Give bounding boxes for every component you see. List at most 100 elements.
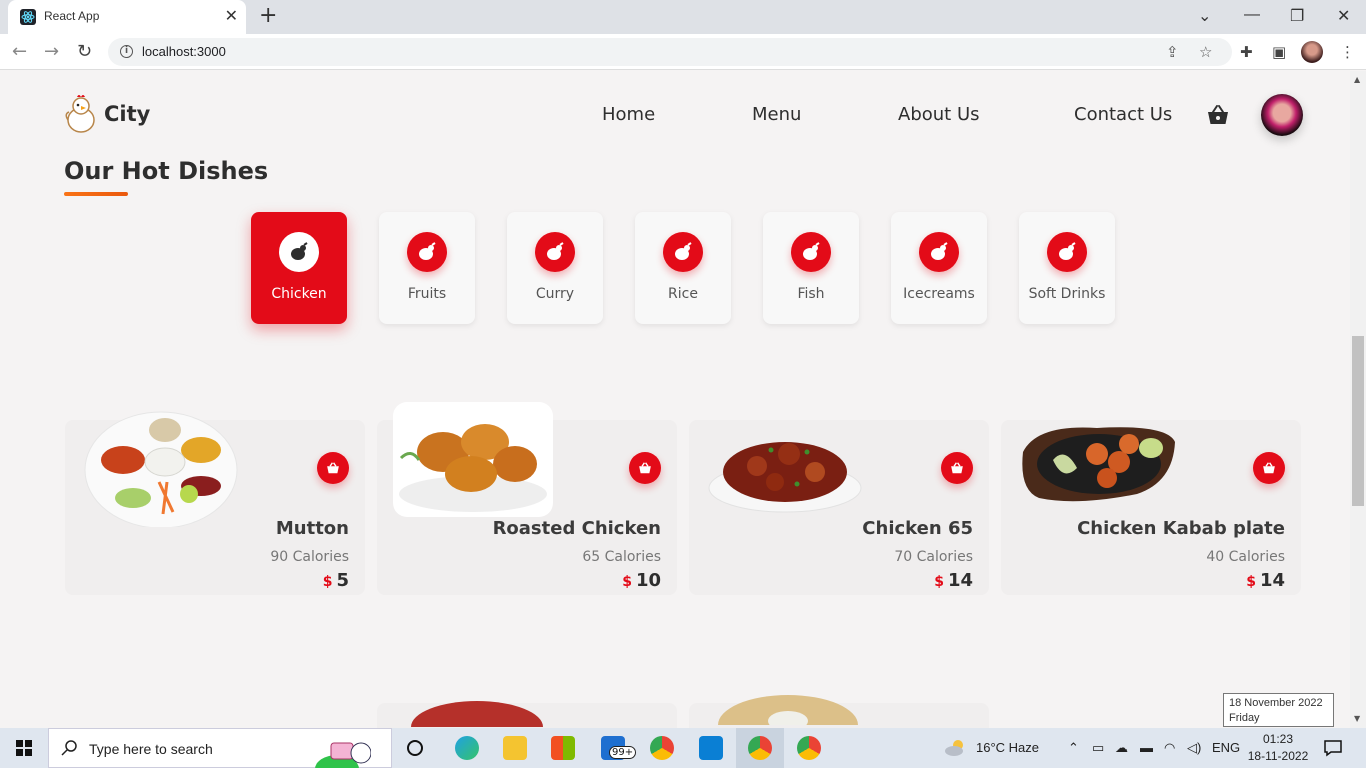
nav-about-us[interactable]: About Us [898,104,980,125]
dish-card-partial [689,695,989,728]
category-icon-circle [279,232,319,272]
taskbar-search[interactable]: Type here to search [48,728,392,768]
basket-icon [1263,462,1275,474]
basket-icon [639,462,651,474]
search-icon [61,740,77,756]
page-viewport: City Home Menu About Us Contact Us Our H… [0,71,1350,728]
mail-icon[interactable]: 99+ [601,736,637,760]
currency-symbol: $ [622,574,632,590]
add-to-cart-button[interactable] [317,452,349,484]
window-close-icon[interactable]: ✕ [1337,6,1350,26]
site-info-icon[interactable]: i [120,45,133,58]
dish-calories: 40 Calories [1206,549,1285,565]
browser-tab-strip: React App ✕ + ⌄ — ❐ ✕ [0,0,1366,34]
category-chicken[interactable]: Chicken [251,212,347,324]
chicken-logo-icon[interactable] [64,94,98,134]
category-label: Curry [535,286,575,302]
tab-search-icon[interactable]: ⌄ [1198,6,1211,26]
address-bar[interactable]: i localhost:3000 ⇪ ☆ [108,38,1232,66]
task-view-icon[interactable] [406,739,424,757]
category-icon-circle [1047,232,1087,272]
taskbar-clock[interactable]: 01:23 18-11-2022 [1246,731,1310,765]
chrome-icon[interactable] [748,736,772,760]
edge-icon[interactable] [455,736,479,760]
dish-price: $5 [323,570,349,591]
scrollbar-thumb[interactable] [1352,336,1364,506]
back-icon[interactable]: ← [12,42,27,62]
browser-tab[interactable]: React App ✕ [8,0,246,34]
scroll-down-icon[interactable]: ▼ [1354,714,1360,723]
category-icon-circle [663,232,703,272]
meet-icon[interactable]: ▭ [1092,740,1104,756]
basket-icon [951,462,963,474]
browser-menu-icon[interactable]: ⋮ [1340,43,1355,61]
dish-name: Chicken Kabab plate [1077,518,1285,539]
price-value: 10 [635,570,661,591]
category-fish[interactable]: Fish [763,212,859,324]
dish-calories: 90 Calories [270,549,349,565]
onedrive-icon[interactable]: ☁ [1115,740,1128,756]
bookmark-star-icon[interactable]: ☆ [1199,43,1212,61]
dish-image [1022,427,1175,502]
forward-icon[interactable]: → [44,42,59,62]
dish-name: Chicken 65 [862,518,973,539]
tooltip-day: Friday [1229,712,1260,724]
windows-taskbar: Type here to search 99+ 16°C Haze ⌃ ▭ ☁ … [0,728,1366,768]
scroll-up-icon[interactable]: ▲ [1354,75,1360,84]
nav-contact-us[interactable]: Contact Us [1074,104,1172,125]
nav-home[interactable]: Home [602,104,655,125]
add-to-cart-button[interactable] [941,452,973,484]
url-text[interactable]: localhost:3000 [142,44,226,59]
date-tooltip: 18 November 2022 Friday [1223,693,1334,727]
language-indicator[interactable]: ENG [1212,740,1240,755]
dish-image [718,695,858,725]
dish-image [84,411,238,527]
add-to-cart-button[interactable] [629,452,661,484]
windows-start-icon[interactable] [16,740,32,756]
share-icon[interactable]: ⇪ [1166,43,1179,61]
shopping-basket-icon[interactable] [1206,104,1230,126]
chrome-icon[interactable] [797,736,821,760]
category-soft-drinks[interactable]: Soft Drinks [1019,212,1115,324]
vscode-icon[interactable] [699,736,723,760]
dish-calories: 70 Calories [894,549,973,565]
brand-name[interactable]: City [104,102,150,126]
new-tab-button[interactable]: + [259,5,277,27]
add-to-cart-button[interactable] [1253,452,1285,484]
extensions-icon[interactable]: ✚ [1240,43,1253,61]
minimize-icon[interactable]: — [1244,6,1260,24]
battery-icon[interactable]: ▬ [1140,740,1153,755]
side-panel-icon[interactable]: ▣ [1272,43,1286,61]
category-fruits[interactable]: Fruits [379,212,475,324]
dish-image [393,402,553,517]
notifications-icon[interactable] [1324,739,1342,757]
file-explorer-icon[interactable] [503,736,527,760]
category-curry[interactable]: Curry [507,212,603,324]
tab-close-icon[interactable]: ✕ [225,7,238,25]
price-value: 14 [947,570,973,591]
volume-icon[interactable]: ◁) [1187,740,1201,756]
weather-text[interactable]: 16°C Haze [976,740,1039,755]
show-hidden-icons-icon[interactable]: ⌃ [1068,740,1079,756]
page-scrollbar[interactable]: ▲ ▼ [1350,71,1366,728]
chrome-icon[interactable] [650,736,674,760]
reload-icon[interactable]: ↻ [77,42,92,62]
nav-menu[interactable]: Menu [752,104,801,125]
category-label: Rice [668,286,698,302]
wifi-icon[interactable]: ◠ [1164,740,1175,756]
profile-avatar[interactable] [1301,41,1323,63]
user-avatar[interactable] [1261,94,1303,136]
dish-image [411,701,543,727]
category-rice[interactable]: Rice [635,212,731,324]
category-icon-circle [407,232,447,272]
weather-icon[interactable] [944,739,968,757]
mail-badge: 99+ [609,746,637,759]
store-icon[interactable] [551,736,575,760]
category-icon-circle [919,232,959,272]
restore-icon[interactable]: ❐ [1290,6,1304,26]
dish-price: $14 [1246,570,1285,591]
category-icon-circle [791,232,831,272]
dish-name: Roasted Chicken [492,518,661,539]
basket-icon [327,462,339,474]
category-icecreams[interactable]: Icecreams [891,212,987,324]
